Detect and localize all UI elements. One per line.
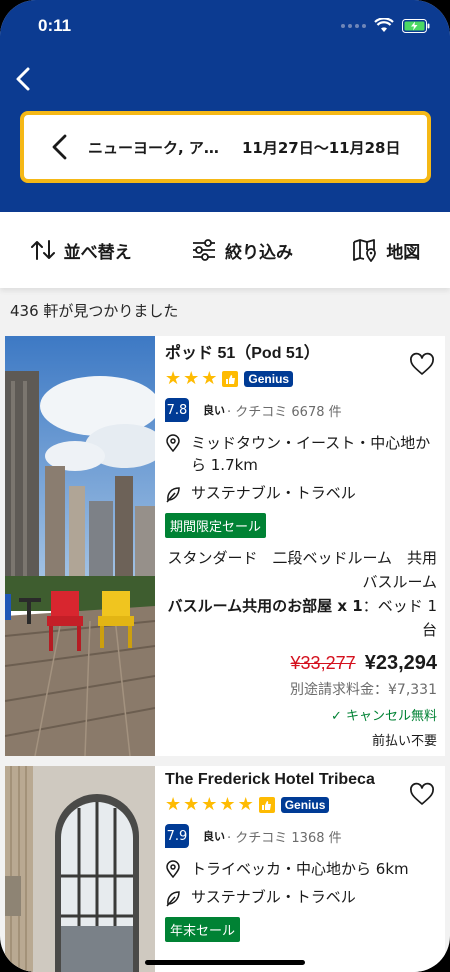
original-price: ¥33,277	[290, 653, 356, 673]
chevron-left-icon[interactable]	[44, 130, 78, 164]
star-icon: ★	[183, 368, 200, 389]
back-arrow-icon[interactable]	[10, 64, 40, 94]
search-dates: 11月27日〜11月28日	[242, 138, 401, 157]
star-icon: ★	[165, 794, 182, 815]
map-button[interactable]: 地図	[352, 238, 420, 263]
genius-badge: Genius	[280, 797, 330, 813]
hotel-info: ポッド 51（Pod 51） ★ ★ ★ Genius 7.8 良い · クチコ…	[165, 336, 437, 749]
location-pin-icon	[166, 860, 180, 878]
hotel-card[interactable]: ポッド 51（Pod 51） ★ ★ ★ Genius 7.8 良い · クチコ…	[5, 336, 445, 756]
location-pin-icon	[166, 434, 180, 452]
star-icon: ★	[219, 794, 236, 815]
filter-label: 絞り込み	[224, 242, 293, 263]
battery-charging-icon	[402, 18, 430, 33]
review-word: 良い	[203, 830, 225, 843]
star-icon: ★	[201, 794, 218, 815]
location-text: ミッドタウン・イースト・中心地から 1.7km	[191, 434, 431, 474]
review-word: 良い	[203, 404, 225, 417]
search-summary-box[interactable]: ニューヨーク, ア… 11月27日〜11月28日	[20, 111, 431, 183]
hotel-name[interactable]: ポッド 51（Pod 51）	[165, 342, 437, 366]
bed-info: ：ベッド 1 台	[362, 597, 437, 639]
sustainable-row: サステナブル・トラベル	[165, 886, 437, 907]
results-toolbar: 並べ替え 絞り込み 地図	[0, 212, 450, 288]
sustainable-row: サステナブル・トラベル	[165, 482, 437, 503]
results-count: 436 軒が見つかりました	[10, 302, 179, 320]
hotel-photo[interactable]	[5, 766, 155, 972]
status-icons	[341, 18, 430, 33]
review-summary: 7.8 良い · クチコミ 6678 件	[165, 398, 437, 422]
sort-label: 並べ替え	[63, 242, 132, 263]
thumbs-up-icon	[258, 797, 275, 813]
map-label: 地図	[386, 242, 421, 263]
free-cancellation: ✓ キャンセル無料	[330, 709, 437, 724]
star-icon: ★	[165, 368, 182, 389]
genius-badge: Genius	[244, 371, 294, 387]
hotel-card[interactable]: The Frederick Hotel Tribeca ★ ★ ★ ★ ★ Ge…	[5, 766, 445, 972]
leaf-icon	[166, 890, 180, 906]
heart-icon[interactable]	[409, 782, 435, 808]
star-icon: ★	[183, 794, 200, 815]
location-text: トライベッカ・中心地から 6km	[191, 860, 409, 878]
wifi-icon	[374, 18, 394, 32]
status-time: 0:11	[38, 16, 72, 35]
hotel-info: The Frederick Hotel Tribeca ★ ★ ★ ★ ★ Ge…	[165, 766, 437, 942]
room-description: バスルーム共用のお部屋 x 1：ベッド 1 台	[165, 594, 437, 642]
sort-arrows-icon	[30, 240, 55, 260]
leaf-icon	[166, 486, 180, 502]
extra-fee: 別途請求料金：¥7,331	[290, 682, 437, 698]
star-rating: ★ ★ ★ Genius	[165, 370, 437, 388]
header: 0:11 ニューヨーク, ア… 11月27日〜11月28日	[0, 0, 450, 212]
price-row: ¥33,277 ¥23,294	[165, 652, 437, 675]
map-pin-icon	[353, 239, 377, 262]
home-indicator[interactable]	[145, 960, 305, 965]
sustainable-text: サステナブル・トラベル	[191, 484, 356, 502]
location-row: トライベッカ・中心地から 6km	[165, 858, 437, 880]
sale-badge: 期間限定セール	[165, 513, 267, 538]
search-destination: ニューヨーク, ア…	[88, 138, 219, 157]
star-icon: ★	[201, 368, 218, 389]
filter-button[interactable]: 絞り込み	[191, 238, 293, 263]
review-score: 7.8	[165, 398, 189, 422]
sale-badge: 年末セール	[165, 917, 241, 942]
room-count: バスルーム共用のお部屋 x 1	[167, 597, 363, 615]
heart-icon[interactable]	[409, 352, 435, 378]
review-count: · クチコミ 1368 件	[227, 830, 342, 846]
cellular-dots-icon	[341, 23, 366, 28]
sustainable-text: サステナブル・トラベル	[191, 888, 356, 906]
app-screen: 0:11 ニューヨーク, ア… 11月27日〜11月28日 並べ替え 絞り込み …	[0, 0, 450, 972]
current-price: ¥23,294	[364, 652, 437, 674]
thumbs-up-icon	[222, 371, 239, 387]
review-summary: 7.9 良い · クチコミ 1368 件	[165, 824, 437, 848]
star-rating: ★ ★ ★ ★ ★ Genius	[165, 796, 437, 814]
hotel-name[interactable]: The Frederick Hotel Tribeca	[165, 768, 375, 792]
room-type: スタンダード 二段ベッドルーム 共用バスルーム	[167, 549, 437, 591]
filter-sliders-icon	[192, 239, 215, 261]
review-score: 7.9	[165, 824, 189, 848]
review-count: · クチコミ 6678 件	[227, 404, 342, 420]
star-icon: ★	[237, 794, 254, 815]
sort-button[interactable]: 並べ替え	[30, 238, 132, 263]
no-prepayment: 前払い不要	[371, 734, 437, 749]
hotel-photo[interactable]	[5, 336, 155, 756]
location-row: ミッドタウン・イースト・中心地から 1.7km	[165, 432, 437, 476]
